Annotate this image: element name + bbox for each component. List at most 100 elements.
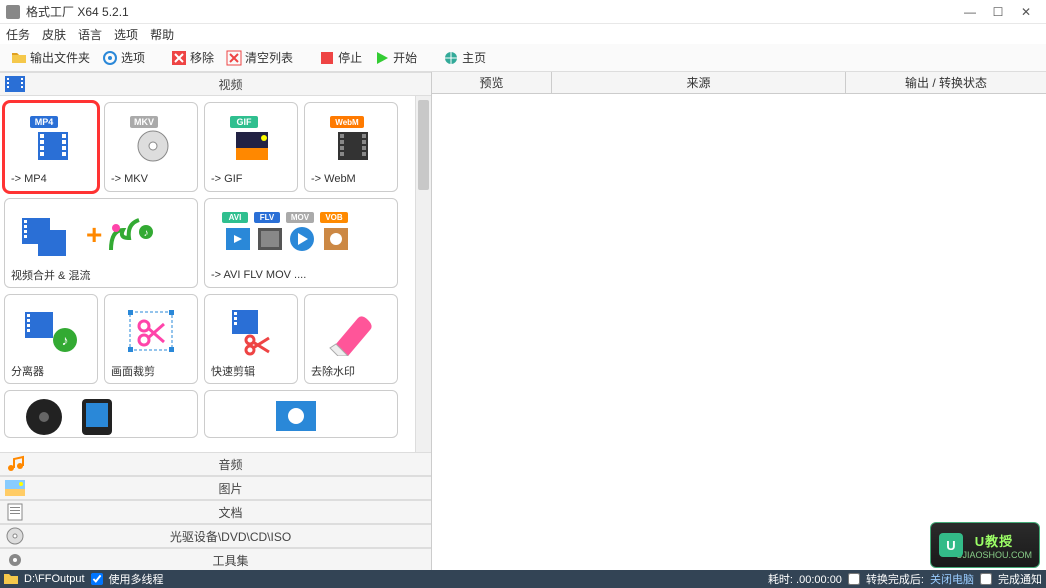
- remove-icon: [171, 50, 187, 66]
- category-audio-header[interactable]: 音频: [0, 452, 431, 476]
- merge-icon: + ♪: [16, 210, 186, 260]
- tile-quick[interactable]: 快速剪辑: [204, 294, 298, 384]
- stop-icon: [319, 50, 335, 66]
- options-label: 选项: [121, 49, 145, 66]
- clear-list-button[interactable]: 清空列表: [221, 47, 298, 69]
- tile-unwatermark[interactable]: 去除水印: [304, 294, 398, 384]
- gear-icon: [4, 551, 26, 569]
- split-icon: ♪: [21, 306, 81, 356]
- doc-icon: [4, 503, 26, 521]
- minimize-button[interactable]: —: [956, 2, 984, 22]
- play-icon: [374, 50, 390, 66]
- options-button[interactable]: 选项: [97, 47, 150, 69]
- menu-language[interactable]: 语言: [78, 26, 102, 43]
- film-icon: [4, 75, 26, 93]
- clear-icon: [226, 50, 242, 66]
- remove-button[interactable]: 移除: [166, 47, 219, 69]
- afterdone-checkbox[interactable]: [848, 573, 860, 585]
- home-button[interactable]: 主页: [438, 47, 491, 69]
- col-source[interactable]: 来源: [552, 72, 846, 93]
- category-tools-header[interactable]: 工具集: [0, 548, 431, 572]
- folder-icon: [11, 50, 27, 66]
- window-title: 格式工厂 X64 5.2.1: [26, 3, 956, 20]
- category-audio-label: 音频: [30, 456, 431, 473]
- menu-options[interactable]: 选项: [114, 26, 138, 43]
- multithread-checkbox[interactable]: [91, 573, 103, 585]
- svg-text:GIF: GIF: [237, 117, 253, 127]
- tile-merge-label: 视频合并 & 混流: [11, 267, 90, 283]
- tile-split-label: 分离器: [11, 363, 44, 379]
- output-path[interactable]: D:\FFOutput: [24, 573, 85, 585]
- tile-webm[interactable]: WebM -> WebM: [304, 102, 398, 192]
- tile-multi-label: -> AVI FLV MOV ....: [211, 269, 306, 281]
- tile-quick-label: 快速剪辑: [211, 363, 255, 379]
- app-icon: [6, 5, 20, 19]
- category-video-label: 视频: [30, 76, 431, 93]
- output-folder-button[interactable]: 输出文件夹: [6, 47, 95, 69]
- folder-small-icon: [4, 573, 18, 585]
- tile-webm-label: -> WebM: [311, 173, 356, 185]
- svg-text:WebM: WebM: [335, 118, 359, 127]
- tile-partial-1[interactable]: [4, 390, 198, 438]
- svg-text:AVI: AVI: [229, 213, 242, 222]
- col-status[interactable]: 输出 / 转换状态: [846, 72, 1046, 93]
- close-button[interactable]: ✕: [1012, 2, 1040, 22]
- mkv-icon: MKV: [124, 114, 178, 164]
- watermark-title: U教授: [975, 531, 1013, 550]
- category-image-label: 图片: [30, 480, 431, 497]
- tile-partial-2[interactable]: [204, 390, 398, 438]
- svg-text:VOB: VOB: [325, 213, 343, 222]
- globe-icon: [443, 50, 459, 66]
- tile-gif[interactable]: GIF -> GIF: [204, 102, 298, 192]
- svg-text:+: +: [86, 219, 102, 250]
- category-disc-label: 光驱设备\DVD\CD\ISO: [30, 528, 431, 545]
- output-folder-label: 输出文件夹: [30, 49, 90, 66]
- video-grid: MP4 -> MP4 MKV -> MKV: [0, 96, 412, 444]
- webm-icon: WebM: [324, 114, 378, 164]
- disc-icon: [4, 527, 26, 545]
- category-image-header[interactable]: 图片: [0, 476, 431, 500]
- crop-icon: [124, 306, 178, 356]
- multithread-label: 使用多线程: [109, 571, 164, 587]
- col-preview[interactable]: 预览: [432, 72, 552, 93]
- options-icon: [102, 50, 118, 66]
- category-doc-label: 文档: [30, 504, 431, 521]
- tile-mkv[interactable]: MKV -> MKV: [104, 102, 198, 192]
- menu-help[interactable]: 帮助: [150, 26, 174, 43]
- start-button[interactable]: 开始: [369, 47, 422, 69]
- tile-mp4[interactable]: MP4 -> MP4: [4, 102, 98, 192]
- menu-tasks[interactable]: 任务: [6, 26, 30, 43]
- image-icon: [4, 479, 26, 497]
- multi-icon: AVI FLV MOV VOB: [216, 210, 386, 260]
- scrollbar-thumb[interactable]: [418, 100, 429, 190]
- remove-label: 移除: [190, 49, 214, 66]
- shutdown-label: 关闭电脑: [930, 571, 974, 587]
- svg-text:MP4: MP4: [35, 117, 54, 127]
- music-icon: [4, 455, 26, 473]
- menu-skin[interactable]: 皮肤: [42, 26, 66, 43]
- svg-text:FLV: FLV: [260, 213, 275, 222]
- tile-mp4-label: -> MP4: [11, 173, 47, 185]
- svg-text:MKV: MKV: [134, 117, 154, 127]
- watermark-url: UJIAOSHOU.COM: [956, 550, 1032, 560]
- watermark-badge: U U教授 UJIAOSHOU.COM: [930, 522, 1040, 568]
- notify-label: 完成通知: [998, 571, 1042, 587]
- tile-gif-label: -> GIF: [211, 173, 242, 185]
- stop-button[interactable]: 停止: [314, 47, 367, 69]
- category-doc-header[interactable]: 文档: [0, 500, 431, 524]
- tile-split[interactable]: ♪ 分离器: [4, 294, 98, 384]
- category-disc-header[interactable]: 光驱设备\DVD\CD\ISO: [0, 524, 431, 548]
- stop-label: 停止: [338, 49, 362, 66]
- notify-checkbox[interactable]: [980, 573, 992, 585]
- maximize-button[interactable]: ☐: [984, 2, 1012, 22]
- menubar: 任务 皮肤 语言 选项 帮助: [0, 24, 1046, 44]
- left-pane: 视频 MP4 -> MP4: [0, 72, 432, 572]
- category-video-header[interactable]: 视频: [0, 72, 431, 96]
- tile-multi[interactable]: AVI FLV MOV VOB -> AVI FLV MOV ....: [204, 198, 398, 288]
- toolbar: 输出文件夹 选项 移除 清空列表 停止 开始 主页: [0, 44, 1046, 72]
- grid-scrollbar[interactable]: [415, 96, 431, 452]
- tile-crop[interactable]: 画面裁剪: [104, 294, 198, 384]
- tile-merge[interactable]: + ♪ 视频合并 & 混流: [4, 198, 198, 288]
- clear-label: 清空列表: [245, 49, 293, 66]
- elapsed-label: 耗时: .00:00:00: [768, 571, 842, 587]
